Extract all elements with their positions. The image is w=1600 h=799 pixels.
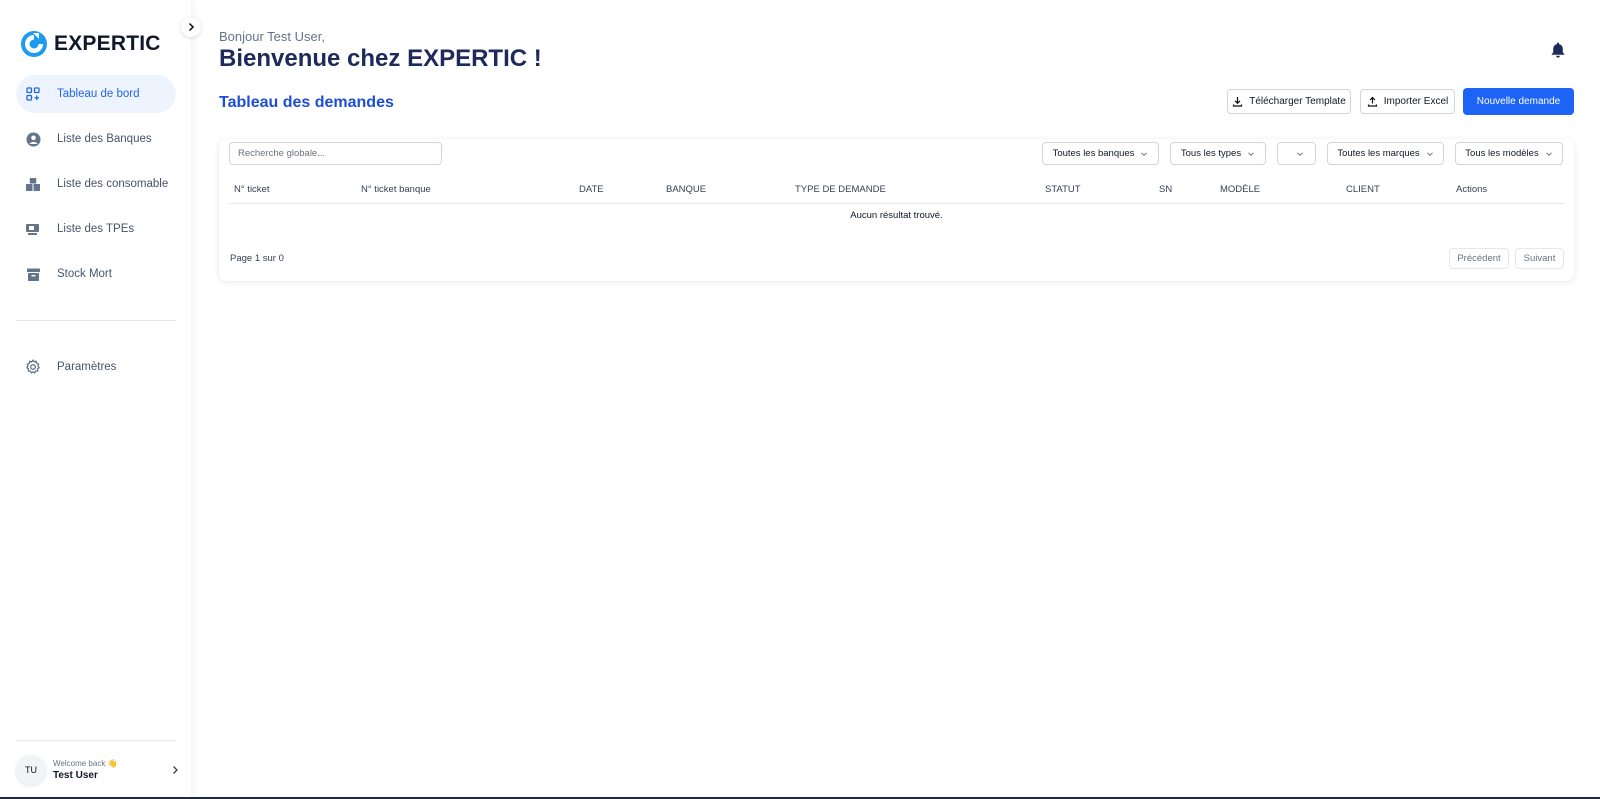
download-template-button[interactable]: Télécharger Template bbox=[1227, 89, 1351, 114]
sidebar-bottom-divider bbox=[16, 740, 176, 741]
bank-filter-value: Toutes les banques bbox=[1052, 148, 1135, 159]
welcome-text: Welcome back 👋 bbox=[53, 759, 118, 768]
boxes-icon bbox=[24, 175, 42, 193]
greeting-text: Bonjour Test User, bbox=[219, 29, 325, 44]
sidebar-item-label: Paramètres bbox=[57, 361, 117, 373]
brand-logo[interactable]: EXPERTIC bbox=[20, 30, 161, 58]
type-filter-value: Tous les types bbox=[1180, 148, 1242, 159]
chevron-down-icon bbox=[1296, 151, 1303, 156]
chevron-down-icon bbox=[1141, 151, 1148, 156]
empty-state-message: Aucun résultat trouvé. bbox=[850, 210, 943, 221]
chevron-right-icon bbox=[188, 22, 195, 32]
brand-filter-value: Toutes les marques bbox=[1337, 148, 1420, 159]
column-header-ticket[interactable]: N° ticket bbox=[234, 184, 269, 195]
download-icon bbox=[1233, 97, 1243, 107]
table-header-divider bbox=[229, 203, 1564, 204]
avatar: TU bbox=[16, 755, 46, 785]
requests-table-card: Toutes les banques Tous les types Toutes… bbox=[219, 139, 1574, 281]
bank-filter-select[interactable]: Toutes les banques bbox=[1042, 142, 1159, 165]
sidebar-item-label: Stock Mort bbox=[57, 268, 112, 280]
sidebar-item-label: Liste des Banques bbox=[57, 133, 152, 145]
column-header-request-type[interactable]: TYPE DE DEMANDE bbox=[795, 184, 886, 195]
import-excel-label: Importer Excel bbox=[1383, 96, 1449, 107]
column-header-actions: Actions bbox=[1456, 184, 1488, 195]
column-header-model[interactable]: MODÈLE bbox=[1220, 184, 1260, 195]
column-header-bank[interactable]: BANQUE bbox=[666, 184, 706, 195]
sidebar-item-label: Liste des consomable bbox=[57, 178, 169, 190]
sidebar-item-settings[interactable]: Paramètres bbox=[16, 348, 176, 386]
bell-icon[interactable] bbox=[1549, 41, 1567, 59]
new-request-button[interactable]: Nouvelle demande bbox=[1463, 88, 1574, 115]
previous-page-button[interactable]: Précédent bbox=[1449, 248, 1509, 269]
sidebar-item-dashboard[interactable]: Tableau de bord bbox=[16, 75, 176, 113]
pagination-info: Page 1 sur 0 bbox=[230, 253, 284, 264]
gear-icon bbox=[24, 358, 42, 376]
user-circle-icon bbox=[24, 130, 42, 148]
sidebar-nav: Tableau de bord Liste des Banques Liste … bbox=[16, 75, 176, 300]
chevron-down-icon bbox=[1545, 151, 1552, 156]
chevron-right-icon bbox=[173, 766, 178, 774]
sidebar: EXPERTIC Tableau de bord Liste des Banqu… bbox=[0, 0, 191, 799]
expertic-logo-icon bbox=[21, 31, 47, 57]
model-filter-value: Tous les modèles bbox=[1465, 148, 1539, 159]
search-input[interactable] bbox=[229, 142, 442, 165]
chevron-down-icon bbox=[1248, 151, 1254, 156]
sidebar-divider bbox=[16, 320, 176, 321]
brand-name: EXPERTIC bbox=[54, 32, 161, 55]
user-profile[interactable]: TU Welcome back 👋 Test User bbox=[16, 752, 180, 788]
upload-icon bbox=[1367, 96, 1377, 107]
page-title: Bienvenue chez EXPERTIC ! bbox=[219, 45, 542, 72]
section-title: Tableau des demandes bbox=[219, 94, 394, 111]
column-header-client[interactable]: CLIENT bbox=[1346, 184, 1380, 195]
terminal-card-icon bbox=[24, 220, 42, 238]
column-header-sn[interactable]: SN bbox=[1159, 184, 1172, 195]
next-page-button[interactable]: Suivant bbox=[1515, 248, 1564, 269]
sidebar-item-banks[interactable]: Liste des Banques bbox=[16, 120, 176, 158]
user-info: Welcome back 👋 Test User bbox=[53, 759, 170, 781]
sidebar-item-tpes[interactable]: Liste des TPEs bbox=[16, 210, 176, 248]
brand-filter-select[interactable]: Toutes les marques bbox=[1327, 142, 1444, 165]
sidebar-settings-section: Paramètres bbox=[16, 348, 176, 393]
dashboard-grid-icon bbox=[24, 85, 42, 103]
user-name: Test User bbox=[53, 770, 98, 781]
sidebar-item-stock-mort[interactable]: Stock Mort bbox=[16, 255, 176, 293]
sidebar-item-consumables[interactable]: Liste des consomable bbox=[16, 165, 176, 203]
import-excel-button[interactable]: Importer Excel bbox=[1360, 89, 1455, 114]
archive-box-icon bbox=[24, 265, 42, 283]
column-header-bank-ticket[interactable]: N° ticket banque bbox=[361, 184, 431, 195]
status-filter-select[interactable] bbox=[1277, 142, 1316, 165]
sidebar-item-label: Liste des TPEs bbox=[57, 223, 135, 235]
sidebar-item-label: Tableau de bord bbox=[57, 88, 140, 100]
model-filter-select[interactable]: Tous les modèles bbox=[1455, 142, 1563, 165]
column-header-status[interactable]: STATUT bbox=[1045, 184, 1081, 195]
type-filter-select[interactable]: Tous les types bbox=[1170, 142, 1266, 165]
column-header-date[interactable]: DATE bbox=[579, 184, 604, 195]
download-template-label: Télécharger Template bbox=[1249, 96, 1346, 107]
new-request-label: Nouvelle demande bbox=[1476, 96, 1561, 107]
chevron-down-icon bbox=[1426, 151, 1433, 156]
sidebar-toggle-button[interactable] bbox=[181, 17, 201, 37]
